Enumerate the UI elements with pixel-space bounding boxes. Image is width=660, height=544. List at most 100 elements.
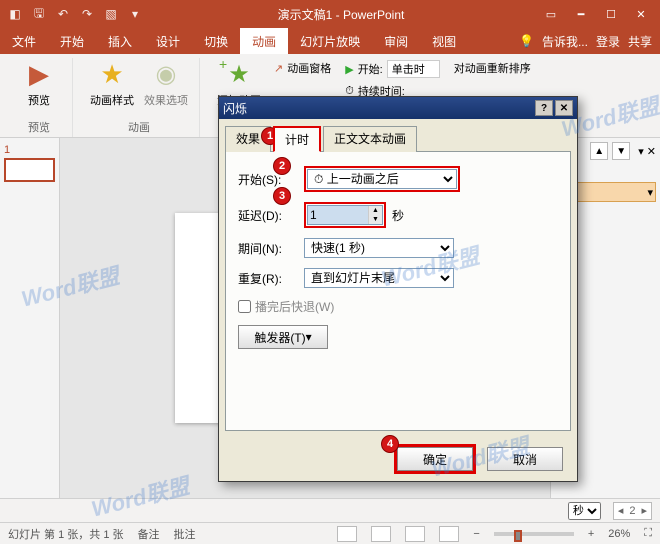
repeat-label: 重复(R):: [238, 270, 298, 287]
zoom-in-icon[interactable]: +: [588, 528, 594, 540]
dialog-tab-timing[interactable]: 计时: [273, 126, 321, 152]
badge-4: 4: [381, 435, 399, 453]
reorder-label: 对动画重新排序: [450, 58, 535, 78]
spin-up-icon[interactable]: ▲: [368, 206, 382, 215]
style-label: 动画样式: [90, 92, 134, 108]
status-bar: 幻灯片 第 1 张，共 1 张 备注 批注 − + 26% ⛶: [0, 522, 660, 544]
add-star-icon: ★+: [223, 58, 255, 90]
save-icon[interactable]: 🖫: [28, 3, 50, 25]
titlebar: ◧ 🖫 ↶ ↷ ▧ ▾ 演示文稿1 - PowerPoint ▭ ━ ☐ ✕: [0, 0, 660, 28]
maximize-icon[interactable]: ☐: [596, 3, 626, 25]
zoom-value[interactable]: 26%: [608, 528, 630, 540]
fit-window-icon[interactable]: ⛶: [644, 527, 652, 540]
row-duration: 期间(N): 快速(1 秒): [238, 238, 558, 258]
preview-button[interactable]: ▶ 预览: [14, 58, 64, 108]
sorter-view-button[interactable]: [371, 526, 391, 542]
thumb-number: 1: [4, 144, 55, 156]
animation-style-button[interactable]: ★ 动画样式: [87, 58, 137, 108]
start-row: ▶ 开始: 单击时: [341, 58, 444, 80]
zoom-thumb[interactable]: [514, 530, 522, 542]
qat-dropdown-icon[interactable]: ▾: [124, 3, 146, 25]
ribbon-tabs: 文件 开始 插入 设计 切换 动画 幻灯片放映 审阅 视图 💡 告诉我... 登…: [0, 28, 660, 54]
anim-pane-footer: 秒 ◂ 2 ▸: [0, 498, 660, 522]
tab-design[interactable]: 设计: [144, 28, 192, 54]
row-triggers: 触发器(T) ▾: [238, 325, 558, 349]
minimize-icon[interactable]: ━: [566, 3, 596, 25]
triggers-button[interactable]: 触发器(T) ▾: [238, 325, 328, 349]
tellme-text[interactable]: 告诉我...: [542, 33, 588, 50]
move-down-button[interactable]: ▼: [612, 142, 630, 160]
stepper-right-icon[interactable]: ▸: [641, 504, 647, 517]
normal-view-button[interactable]: [337, 526, 357, 542]
unit-select[interactable]: 秒: [568, 502, 601, 520]
dialog-help-icon[interactable]: ?: [535, 100, 553, 116]
tab-review[interactable]: 审阅: [372, 28, 420, 54]
dialog-title: 闪烁: [223, 100, 247, 117]
fx-label: 效果选项: [144, 92, 188, 108]
start-select[interactable]: ⏱ 上一动画之后: [307, 169, 457, 189]
dialog-close-icon[interactable]: ✕: [555, 100, 573, 116]
badge-2: 2: [273, 157, 291, 175]
quick-access-toolbar: ◧ 🖫 ↶ ↷ ▧ ▾: [4, 3, 146, 25]
pane-label: 动画窗格: [287, 60, 331, 76]
zoom-out-icon[interactable]: −: [473, 528, 479, 540]
dialog-titlebar: 闪烁 ? ✕: [219, 97, 577, 119]
tellme-icon: 💡: [519, 34, 534, 48]
tab-insert[interactable]: 插入: [96, 28, 144, 54]
dialog-tab-textanim[interactable]: 正文文本动画: [323, 126, 417, 152]
start-select-wrap: ⏱ 上一动画之后: [304, 166, 460, 192]
group-animation-label: 动画: [128, 119, 150, 135]
effect-options-button[interactable]: ◉ 效果选项: [141, 58, 191, 108]
move-up-button[interactable]: ▲: [590, 142, 608, 160]
comments-button[interactable]: 批注: [174, 526, 196, 542]
slideshow-view-button[interactable]: [439, 526, 459, 542]
slide-thumbnail[interactable]: [4, 158, 55, 182]
ok-button[interactable]: 确定: [397, 447, 473, 471]
collapse-toggle[interactable]: ▾ ✕: [638, 145, 656, 158]
login-text[interactable]: 登录: [596, 33, 620, 50]
repeat-select[interactable]: 直到幻灯片末尾: [304, 268, 454, 288]
tab-transitions[interactable]: 切换: [192, 28, 240, 54]
spin-down-icon[interactable]: ▼: [368, 215, 382, 224]
start-label: 开始:: [358, 61, 383, 77]
count-stepper[interactable]: ◂ 2 ▸: [613, 502, 652, 520]
slide-indicator: 幻灯片 第 1 张，共 1 张: [8, 526, 124, 542]
tab-view[interactable]: 视图: [420, 28, 468, 54]
undo-icon[interactable]: ↶: [52, 3, 74, 25]
reading-view-button[interactable]: [405, 526, 425, 542]
effect-options-dialog: 闪烁 ? ✕ 效果 计时 正文文本动画 开始(S): ⏱ 上一动画之后 延迟(D…: [218, 96, 578, 482]
ribbon-right: 💡 告诉我... 登录 共享: [519, 28, 660, 54]
row-delay: 延迟(D): ▲▼ 秒: [238, 202, 558, 228]
share-text[interactable]: 共享: [628, 33, 652, 50]
group-preview: ▶ 预览 预览: [6, 58, 73, 137]
notes-button[interactable]: 备注: [138, 526, 160, 542]
ribbon-options-icon[interactable]: ▭: [536, 3, 566, 25]
dialog-tabs: 效果 计时 正文文本动画: [225, 125, 571, 151]
tab-home[interactable]: 开始: [48, 28, 96, 54]
start-value[interactable]: 单击时: [387, 60, 440, 78]
group-preview-label: 预览: [28, 119, 50, 135]
window-title: 演示文稿1 - PowerPoint: [146, 6, 536, 23]
close-icon[interactable]: ✕: [626, 3, 656, 25]
dialog-title-controls: ? ✕: [535, 100, 573, 116]
redo-icon[interactable]: ↷: [76, 3, 98, 25]
duration-select[interactable]: 快速(1 秒): [304, 238, 454, 258]
cancel-button[interactable]: 取消: [487, 447, 563, 471]
tab-file[interactable]: 文件: [0, 28, 48, 54]
duration-label: 期间(N):: [238, 240, 298, 257]
zoom-slider[interactable]: [494, 532, 574, 536]
row-repeat: 重复(R): 直到幻灯片末尾: [238, 268, 558, 288]
tab-slideshow[interactable]: 幻灯片放映: [288, 28, 372, 54]
count-value: 2: [623, 505, 641, 517]
slide-thumbnail-panel: 1: [0, 138, 60, 498]
item-dropdown-icon[interactable]: ▾: [647, 186, 653, 199]
delay-unit: 秒: [392, 207, 404, 224]
animation-pane-button[interactable]: ↗动画窗格: [270, 58, 335, 78]
delay-spinner[interactable]: ▲▼: [307, 205, 383, 225]
tab-animations[interactable]: 动画: [240, 28, 288, 54]
rewind-checkbox[interactable]: [238, 300, 251, 313]
effect-icon: ◉: [150, 58, 182, 90]
start-label: 开始(S):: [238, 171, 298, 188]
delay-input[interactable]: [308, 206, 368, 224]
start-slideshow-icon[interactable]: ▧: [100, 3, 122, 25]
